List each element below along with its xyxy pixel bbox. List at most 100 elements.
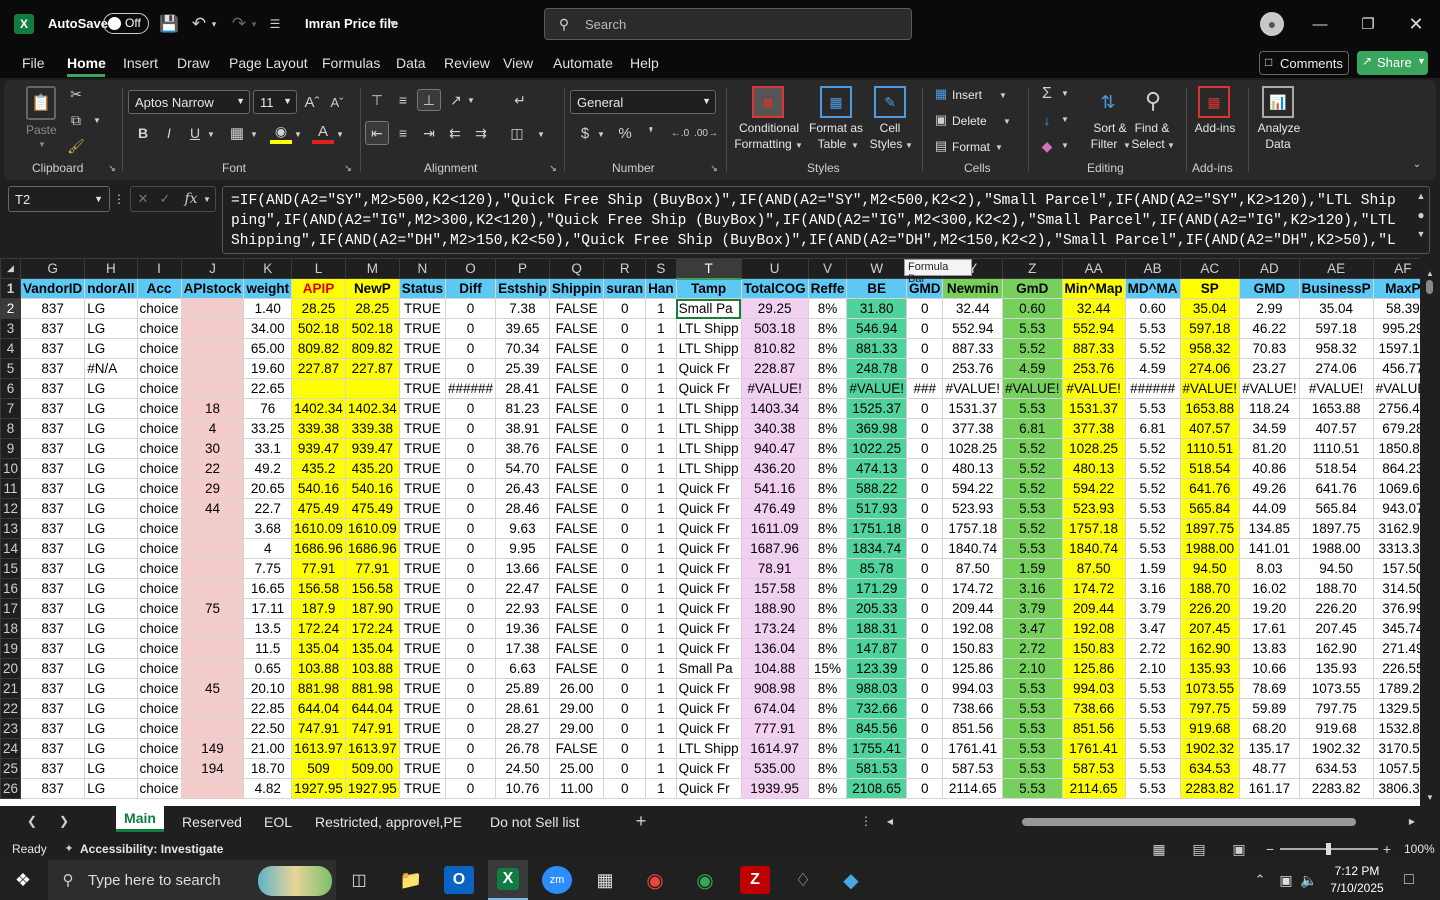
table-cell[interactable]: FALSE bbox=[548, 578, 605, 599]
table-cell[interactable]: 0 bbox=[905, 438, 944, 459]
table-cell[interactable]: LG bbox=[84, 498, 138, 519]
table-cell[interactable]: #VALUE! bbox=[1372, 378, 1420, 399]
table-cell[interactable]: 1532.81 bbox=[1372, 718, 1420, 739]
table-cell[interactable]: 134.85 bbox=[1239, 518, 1300, 539]
row-header[interactable]: 21 bbox=[0, 678, 22, 699]
table-cell[interactable]: choice bbox=[136, 618, 182, 639]
menu-home[interactable]: Home bbox=[67, 55, 106, 71]
table-cell[interactable]: 70.83 bbox=[1239, 338, 1300, 359]
table-cell[interactable]: 887.33 bbox=[942, 338, 1003, 359]
table-cell[interactable]: LG bbox=[84, 698, 138, 719]
table-cell[interactable]: 837 bbox=[20, 698, 86, 719]
accessibility-status[interactable]: Accessibility: Investigate bbox=[80, 842, 223, 856]
column-title[interactable]: suran bbox=[603, 278, 647, 299]
column-title[interactable]: NewP bbox=[344, 278, 400, 299]
table-cell[interactable]: 0 bbox=[444, 498, 497, 519]
table-cell[interactable]: 1 bbox=[645, 438, 677, 459]
scroll-up-icon[interactable]: ▲ bbox=[1424, 268, 1436, 278]
table-cell[interactable]: LG bbox=[84, 758, 138, 779]
table-cell[interactable]: 1757.18 bbox=[1061, 518, 1126, 539]
table-cell[interactable]: 1402.34 bbox=[291, 398, 346, 419]
select-all-corner[interactable]: ◢ bbox=[0, 258, 22, 279]
table-cell[interactable]: 1.59 bbox=[1124, 558, 1181, 579]
table-cell[interactable]: 407.57 bbox=[1298, 418, 1374, 439]
zoom-slider[interactable] bbox=[1280, 843, 1378, 855]
table-cell[interactable]: LG bbox=[84, 418, 138, 439]
column-header-af[interactable]: AF bbox=[1372, 258, 1420, 279]
fill-icon[interactable]: ↓ bbox=[1036, 110, 1058, 130]
table-cell[interactable]: 33.25 bbox=[243, 418, 293, 439]
table-cell[interactable]: 253.76 bbox=[1061, 358, 1126, 379]
table-cell[interactable]: 1 bbox=[645, 658, 677, 679]
table-cell[interactable]: 209.44 bbox=[1061, 598, 1126, 619]
font-launcher-icon[interactable]: ↘ bbox=[342, 162, 354, 174]
table-cell[interactable]: 1110.51 bbox=[1179, 438, 1241, 459]
table-cell[interactable]: 5.53 bbox=[1001, 778, 1063, 799]
table-cell[interactable]: 274.06 bbox=[1179, 358, 1241, 379]
clock-time[interactable]: 7:12 PM bbox=[1332, 864, 1382, 878]
table-cell[interactable]: #N/A bbox=[84, 358, 138, 379]
table-cell[interactable]: 13.83 bbox=[1239, 638, 1300, 659]
table-cell[interactable]: 535.00 bbox=[740, 758, 809, 779]
table-cell[interactable]: 502.18 bbox=[344, 318, 400, 339]
table-cell[interactable]: 0 bbox=[603, 458, 647, 479]
table-cell[interactable]: 8% bbox=[807, 478, 848, 499]
table-cell[interactable]: 837 bbox=[20, 518, 86, 539]
app-icon[interactable]: ♢ bbox=[788, 866, 818, 894]
increase-decimal-icon[interactable]: ←.0 bbox=[668, 122, 692, 144]
table-cell[interactable]: 2.10 bbox=[1001, 658, 1063, 679]
table-cell[interactable]: 5.52 bbox=[1001, 438, 1063, 459]
table-cell[interactable]: 837 bbox=[20, 478, 86, 499]
table-cell[interactable]: 958.32 bbox=[1298, 338, 1374, 359]
table-cell[interactable]: LTL Shipp bbox=[675, 738, 742, 759]
table-cell[interactable]: choice bbox=[136, 558, 182, 579]
table-cell[interactable]: TRUE bbox=[398, 498, 447, 519]
table-cell[interactable]: 8% bbox=[807, 398, 848, 419]
table-cell[interactable]: 837 bbox=[20, 638, 86, 659]
column-header-ab[interactable]: AB bbox=[1124, 258, 1181, 279]
column-title[interactable]: ndorAll bbox=[84, 278, 138, 299]
table-cell[interactable]: 226.20 bbox=[1298, 598, 1374, 619]
table-cell[interactable]: 226.20 bbox=[1179, 598, 1241, 619]
table-cell[interactable]: 1850.85 bbox=[1372, 438, 1420, 459]
table-cell[interactable]: LTL Shipp bbox=[675, 438, 742, 459]
autosum-icon[interactable]: Σ bbox=[1036, 84, 1058, 104]
table-cell[interactable]: 94.50 bbox=[1179, 558, 1241, 579]
horizontal-scrollbar-thumb[interactable] bbox=[1022, 818, 1356, 826]
table-cell[interactable]: Quick Fr bbox=[675, 378, 742, 399]
formula-scroll-up-icon[interactable]: ▲ bbox=[1414, 190, 1428, 202]
table-cell[interactable]: 187.9 bbox=[291, 598, 346, 619]
table-cell[interactable]: 1 bbox=[645, 638, 677, 659]
row-header[interactable]: 1 bbox=[0, 278, 22, 299]
sheet-tab-main[interactable]: Main bbox=[116, 806, 164, 832]
table-cell[interactable]: FALSE bbox=[548, 458, 605, 479]
table-cell[interactable] bbox=[180, 538, 245, 559]
table-cell[interactable]: 0 bbox=[444, 598, 497, 619]
table-cell[interactable]: LG bbox=[84, 318, 138, 339]
sheet-tab-reserved[interactable]: Reserved bbox=[182, 814, 242, 830]
table-cell[interactable]: FALSE bbox=[548, 378, 605, 399]
table-cell[interactable]: TRUE bbox=[398, 338, 447, 359]
menu-file[interactable]: File bbox=[22, 55, 45, 71]
table-cell[interactable]: 5.53 bbox=[1124, 718, 1181, 739]
table-cell[interactable]: 8% bbox=[807, 678, 848, 699]
table-cell[interactable]: 188.70 bbox=[1179, 578, 1241, 599]
table-cell[interactable]: TRUE bbox=[398, 478, 447, 499]
table-cell[interactable]: 172.24 bbox=[291, 618, 346, 639]
table-cell[interactable]: 8% bbox=[807, 558, 848, 579]
table-cell[interactable]: 28.25 bbox=[291, 298, 346, 319]
row-header[interactable]: 24 bbox=[0, 738, 22, 759]
table-cell[interactable]: TRUE bbox=[398, 418, 447, 439]
table-cell[interactable]: 49.26 bbox=[1239, 478, 1300, 499]
insert-dropdown-icon[interactable]: ▼ bbox=[998, 88, 1008, 102]
column-title[interactable]: TotalCOG bbox=[740, 278, 809, 299]
table-cell[interactable]: 509.00 bbox=[344, 758, 400, 779]
table-cell[interactable]: 837 bbox=[20, 458, 86, 479]
table-cell[interactable]: 0 bbox=[905, 678, 944, 699]
table-cell[interactable]: 0 bbox=[603, 398, 647, 419]
table-cell[interactable]: TRUE bbox=[398, 298, 447, 319]
table-cell[interactable]: 8% bbox=[807, 518, 848, 539]
table-cell[interactable]: 26.00 bbox=[548, 678, 605, 699]
table-cell[interactable]: 248.78 bbox=[846, 358, 907, 379]
table-cell[interactable]: choice bbox=[136, 538, 182, 559]
